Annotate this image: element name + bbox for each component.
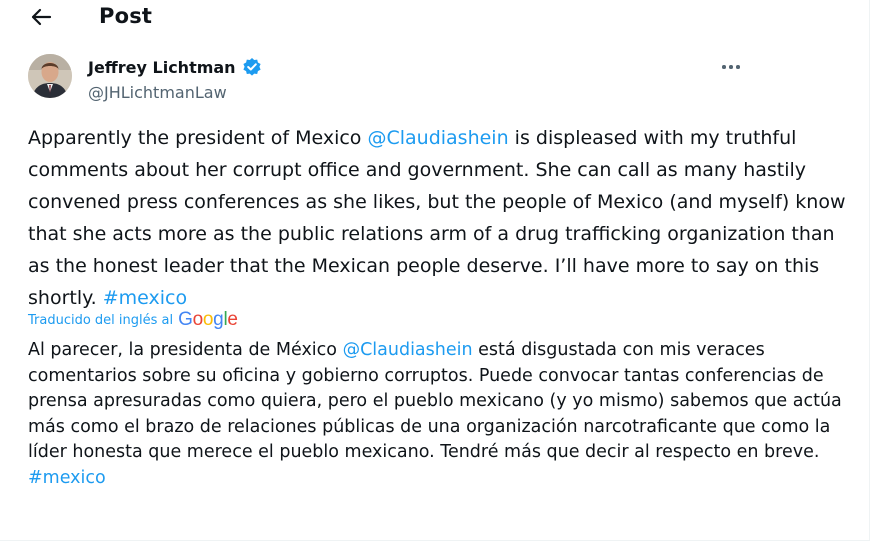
translation-notice[interactable]: Traducido del inglés al Google [28,309,238,331]
verified-badge-icon[interactable] [242,57,262,77]
more-dot [722,65,727,69]
back-button[interactable] [26,4,56,30]
translation-label: Traducido del inglés al [28,312,174,328]
tweet-text-original: Apparently the president of Mexico @Clau… [28,122,858,314]
avatar[interactable] [28,54,72,98]
author-handle[interactable]: @JHLichtmanLaw [88,83,227,102]
author-name[interactable]: Jeffrey Lichtman [88,57,262,77]
more-dot [735,65,740,69]
tweet-text-part: Apparently the president of Mexico [28,127,368,149]
hashtag-link[interactable]: #mexico [28,468,106,488]
verified-badge-shape [242,58,261,76]
mention-link[interactable]: @Claudiashein [343,340,473,360]
google-logo: Google [178,309,238,330]
tweet-text-translated: Al parecer, la presidenta de México @Cla… [28,338,858,492]
author-photo [28,54,72,98]
arrow-left-icon [31,8,52,26]
tweet-text-part: Al parecer, la presidenta de México [28,340,343,360]
header-bar: Post [0,0,870,36]
more-dot [729,65,733,69]
post-view: Post Jeffrey Lichtman @JHLichtmanLaw App… [0,0,870,541]
hashtag-link[interactable]: #mexico [103,287,187,309]
author-name-text: Jeffrey Lichtman [88,57,236,77]
more-options-button[interactable] [716,56,746,78]
page-title: Post [99,4,153,28]
tweet-text-part: is displeased with my truthful comments … [28,127,846,309]
mention-link[interactable]: @Claudiashein [367,127,508,149]
